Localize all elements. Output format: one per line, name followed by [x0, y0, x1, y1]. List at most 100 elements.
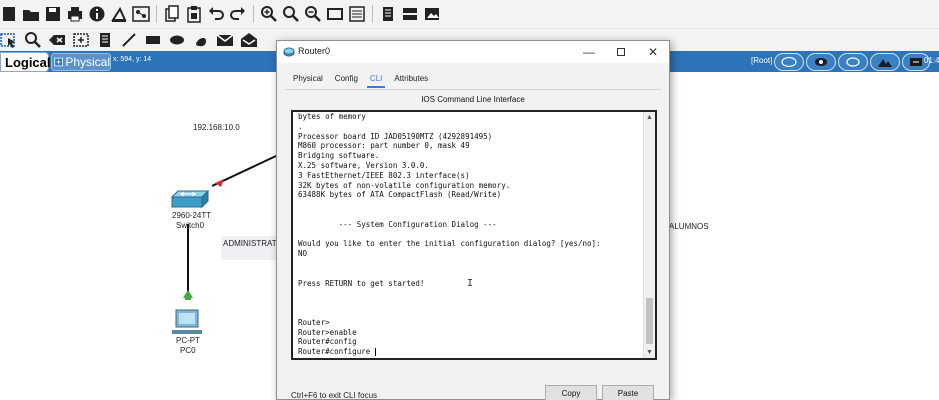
tab-config[interactable]: Config [329, 71, 364, 86]
cli-line [298, 210, 638, 220]
move-object-icon [815, 58, 827, 66]
scroll-up-icon[interactable]: ▲ [644, 112, 655, 123]
tab-physical-device[interactable]: Physical [287, 71, 329, 86]
inspect-icon[interactable] [24, 31, 42, 49]
switch-name-label: Switch0 [176, 221, 205, 230]
zoom-in-icon[interactable] [260, 5, 278, 23]
tab-physical[interactable]: Physical [51, 53, 111, 71]
new-icon[interactable] [0, 5, 18, 23]
cli-line: 32K bytes of non-volatile configuration … [298, 180, 511, 190]
cli-focus-hint: Ctrl+F6 to exit CLI focus [291, 391, 378, 400]
cli-line: Would you like to enter the initial conf… [298, 239, 601, 249]
scroll-thumb[interactable] [646, 298, 653, 344]
router-dialog: Router0 — ✕ Physical Config CLI Attribut… [276, 40, 670, 400]
cli-line: --- System Configuration Dialog --- [298, 219, 497, 229]
copy-icon[interactable] [163, 5, 181, 23]
cli-line [298, 308, 638, 318]
cli-scrollbar[interactable]: ▲ ▼ [643, 112, 655, 358]
cli-line: Processor board ID JAD05190MTZ (42928914… [298, 131, 493, 141]
cli-line: 3 FastEthernet/IEEE 802.3 interface(s) [298, 170, 470, 180]
cli-line: Bridging software. [298, 151, 380, 161]
rectangle-icon[interactable] [326, 5, 344, 23]
main-toolbar [0, 0, 939, 29]
simple-pdu-icon[interactable] [216, 31, 234, 49]
viewport-button[interactable] [870, 53, 900, 71]
dialog-tabs: Physical Config CLI Attributes [287, 71, 434, 88]
minimize-button[interactable]: — [573, 41, 605, 63]
cli-line: 63488K bytes of ATA CompactFlash (Read/W… [298, 190, 502, 200]
image-icon[interactable] [423, 5, 441, 23]
freeform-icon[interactable] [192, 31, 210, 49]
rectangle-shape-icon[interactable] [144, 31, 162, 49]
open-icon[interactable] [22, 5, 40, 23]
toolbar-separator [372, 5, 373, 23]
set-tiled-background-button[interactable] [838, 53, 868, 71]
text-cursor-icon: I [467, 278, 474, 289]
close-button[interactable]: ✕ [637, 41, 669, 63]
switch-icon [170, 189, 210, 209]
cli-line: Router> [298, 317, 330, 327]
cli-line: bytes of memory [298, 112, 366, 121]
info-icon[interactable] [88, 5, 106, 23]
tab-attributes[interactable]: Attributes [388, 71, 434, 86]
cli-console[interactable]: bytes of memory. Processor board ID JAD05… [291, 110, 657, 360]
save-icon[interactable] [44, 5, 62, 23]
tab-cli[interactable]: CLI [364, 71, 388, 88]
physical-view-icon [54, 57, 63, 67]
cluster-icon [781, 56, 797, 68]
zoom-out-icon[interactable] [304, 5, 322, 23]
cursor-coordinates: x: 594, y: 14 [113, 56, 152, 63]
cli-output[interactable]: bytes of memory. Processor board ID JAD05… [298, 112, 638, 357]
cli-line: Router>enable [298, 327, 357, 337]
line-icon[interactable] [120, 31, 138, 49]
maximize-button[interactable] [605, 41, 637, 63]
tabs-divider [285, 89, 661, 90]
zoom-reset-icon[interactable] [282, 5, 300, 23]
new-cluster-button[interactable] [774, 53, 804, 71]
print-icon[interactable] [66, 5, 84, 23]
palette-icon[interactable] [348, 5, 366, 23]
link-down-indicator [215, 179, 224, 187]
custom-device-icon[interactable] [401, 5, 419, 23]
resize-icon[interactable] [72, 31, 90, 49]
background-icon [846, 57, 860, 67]
cli-line [298, 230, 638, 240]
toolbar-separator [156, 5, 157, 23]
delete-icon[interactable] [48, 31, 66, 49]
cli-line [298, 298, 638, 308]
paste-icon[interactable] [185, 5, 203, 23]
undo-icon[interactable] [207, 5, 225, 23]
dialog-body: Physical Config CLI Attributes IOS Comma… [277, 63, 669, 400]
cli-line: M860 processor: part number 0, mask 49 [298, 141, 470, 151]
cli-line: X.25 software, Version 3.0.0. [298, 160, 429, 170]
network-address-label: 192.168.10.0 [193, 123, 240, 132]
redo-icon[interactable] [229, 5, 247, 23]
cli-line [298, 288, 638, 298]
ellipse-icon[interactable] [168, 31, 186, 49]
pc-icon [172, 309, 202, 334]
cli-line [298, 259, 638, 269]
network-icon[interactable] [132, 5, 150, 23]
note-icon[interactable] [96, 31, 114, 49]
toolbar-separator [253, 5, 254, 23]
time-readout: 01:4 [924, 56, 939, 65]
dialog-title: Router0 [298, 46, 331, 56]
maximize-icon [617, 48, 625, 56]
select-icon[interactable] [0, 31, 18, 49]
tab-logical-label: Logical [5, 54, 51, 70]
cli-line: Router#config [298, 337, 357, 347]
mountain-icon [878, 59, 892, 67]
complex-pdu-icon[interactable] [240, 31, 258, 49]
cli-line: Router#configure [298, 347, 376, 357]
dialog-titlebar[interactable]: Router0 — ✕ [277, 41, 669, 63]
cli-caret [374, 348, 376, 357]
tab-logical[interactable]: Logical [0, 52, 51, 72]
switch-model-label: 2960-24TT [172, 211, 212, 220]
root-breadcrumb[interactable]: [Root] [751, 56, 772, 65]
scroll-down-icon[interactable]: ▼ [644, 347, 655, 358]
wizard-icon[interactable] [110, 5, 128, 23]
copy-button[interactable]: Copy [545, 385, 597, 400]
notepad-icon[interactable] [379, 5, 397, 23]
move-object-button[interactable] [806, 53, 836, 71]
paste-button[interactable]: Paste [602, 385, 654, 400]
